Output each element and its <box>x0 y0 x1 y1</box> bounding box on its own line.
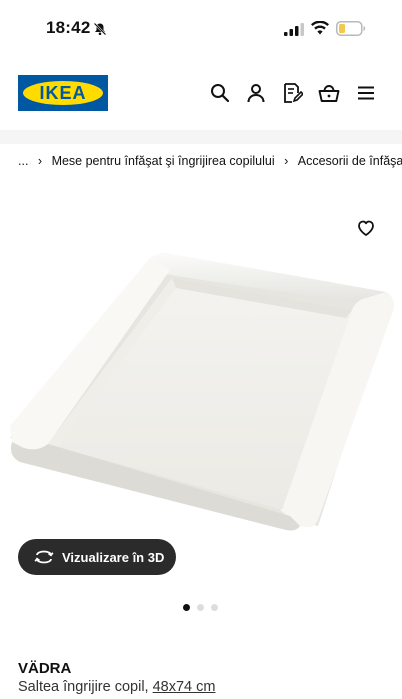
product-description: Saltea îngrijire copil, 48x74 cm <box>18 679 215 695</box>
menu-icon[interactable] <box>355 82 377 104</box>
status-time: 18:42 <box>46 18 91 37</box>
breadcrumb-item-changing-tables[interactable]: Mese pentru înfăşat şi îngrijirea copilu… <box>52 154 275 168</box>
logo-oval: IKEA <box>23 81 103 105</box>
search-icon[interactable] <box>209 82 231 104</box>
view-in-3d-button[interactable]: Vizualizare în 3D <box>18 539 176 575</box>
shopping-bag-icon[interactable] <box>318 82 340 104</box>
site-header: IKEA <box>0 58 402 130</box>
carousel-dot[interactable] <box>211 604 218 611</box>
image-carousel-dots <box>183 604 218 611</box>
breadcrumb: ... › Mese pentru înfăşat şi îngrijirea … <box>18 154 402 168</box>
view-in-3d-label: Vizualizare în 3D <box>62 549 165 565</box>
chevron-right-icon: › <box>284 154 289 168</box>
product-size-link[interactable]: 48x74 cm <box>153 679 216 695</box>
status-bar: 18:42 <box>0 0 402 58</box>
product-name: VÄDRA <box>18 660 72 677</box>
shopping-list-icon[interactable] <box>281 82 303 104</box>
chevron-right-icon: › <box>37 154 43 168</box>
product-type: Saltea îngrijire copil, <box>18 679 149 695</box>
wifi-icon <box>311 21 329 35</box>
battery-icon <box>336 21 366 36</box>
carousel-dot[interactable] <box>197 604 204 611</box>
breadcrumb-item-changing-accessories[interactable]: Accesorii de înfăşat <box>298 154 402 168</box>
heart-icon[interactable] <box>356 218 376 238</box>
logo-text: IKEA <box>39 82 87 103</box>
carousel-dot[interactable] <box>183 604 190 611</box>
user-icon[interactable] <box>245 82 267 104</box>
rotate-3d-icon <box>34 550 54 564</box>
breadcrumb-ellipsis[interactable]: ... <box>18 154 28 168</box>
ikea-logo[interactable]: IKEA <box>18 75 108 111</box>
header-divider <box>0 130 402 144</box>
bell-slash-icon <box>93 22 107 36</box>
cellular-signal-icon <box>284 23 304 36</box>
product-image[interactable] <box>0 248 402 538</box>
